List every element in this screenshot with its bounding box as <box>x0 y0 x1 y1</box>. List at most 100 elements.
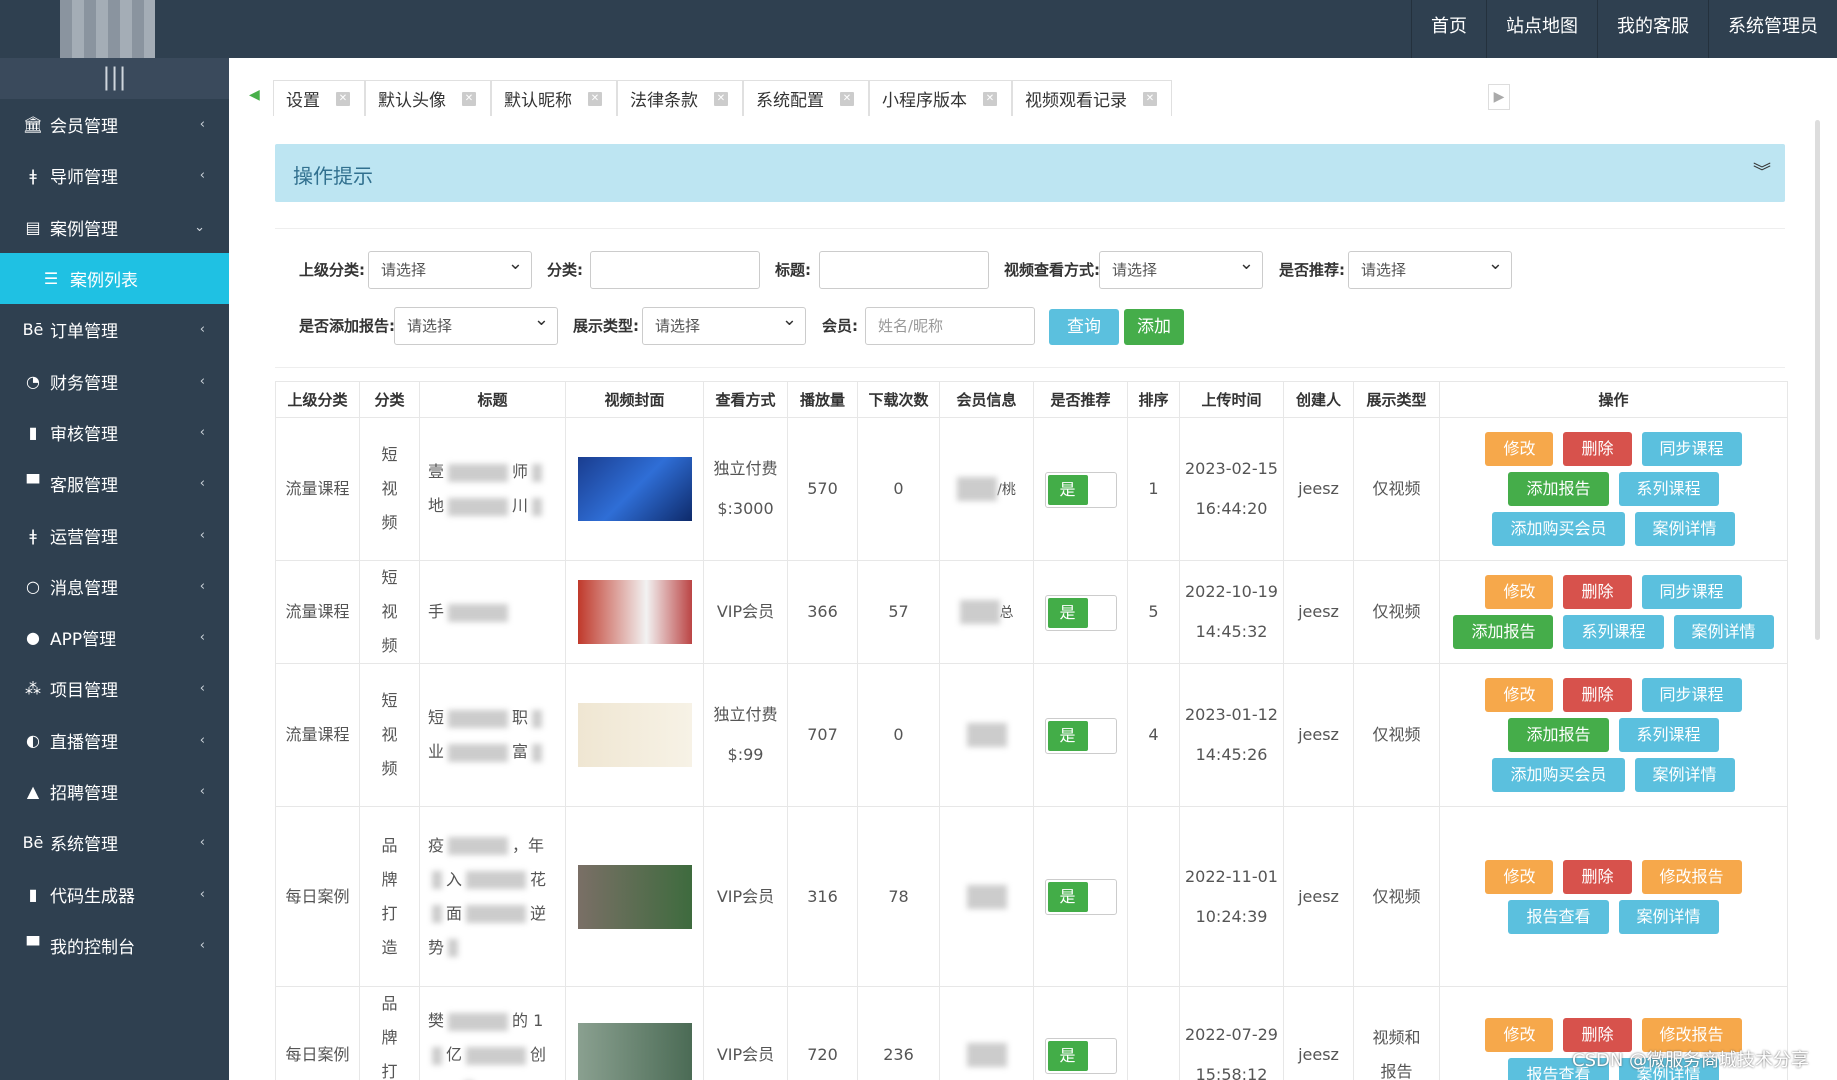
sidebar-item-12[interactable]: ◐ 直播管理 ‹ <box>0 715 229 766</box>
nav-sitemap[interactable]: 站点地图 <box>1486 0 1597 58</box>
op-button[interactable]: 系列课程 <box>1618 472 1719 506</box>
op-button[interactable]: 系列课程 <box>1618 718 1719 752</box>
display-type: 仅视频 <box>1372 602 1421 621</box>
sidebar-item-10[interactable]: ● APP管理 ‹ <box>0 612 229 663</box>
tab-6[interactable]: 视频观看记录 ✕ <box>1012 80 1172 116</box>
cell-recommend: 是 <box>1033 417 1128 561</box>
sidebar-item-9[interactable]: ○ 消息管理 ‹ <box>0 561 229 612</box>
display-type-select[interactable]: 请选择 <box>642 302 806 345</box>
menu-toggle-icon[interactable]: ||| <box>0 58 229 99</box>
op-button[interactable]: 同步课程 <box>1641 432 1742 466</box>
op-button[interactable]: 删除 <box>1563 859 1632 894</box>
nav-customer-service[interactable]: 我的客服 <box>1597 0 1708 58</box>
pie-icon: ◔ <box>26 371 40 391</box>
tab-4[interactable]: 系统配置 ✕ <box>743 80 869 116</box>
op-button[interactable]: 添加报告 <box>1508 718 1609 752</box>
sidebar-item-label: 案例管理 <box>50 219 118 240</box>
close-icon[interactable]: ✕ <box>462 91 476 106</box>
table-row: 流量课程 短视频 壹 师地 川 独立付费 $:3000 570 0/桃 是 1 2023-02-15 1… <box>275 417 1788 561</box>
close-icon[interactable]: ✕ <box>983 91 997 106</box>
cell-parent: 流量课程 <box>275 417 360 561</box>
sidebar-item-14[interactable]: Bē 系统管理 ‹ <box>0 817 229 868</box>
parent-category-select[interactable]: 请选择 <box>368 246 532 289</box>
op-button[interactable]: 添加报告 <box>1453 615 1554 649</box>
tab-0[interactable]: 设置 ✕ <box>273 80 365 116</box>
sidebar-item-8[interactable]: ǂ 运营管理 ‹ <box>0 509 229 560</box>
sidebar-item-11[interactable]: ⁂ 项目管理 ‹ <box>0 663 229 714</box>
op-button[interactable]: 修改 <box>1485 432 1554 466</box>
op-button[interactable]: 系列课程 <box>1563 615 1664 649</box>
recommend-toggle[interactable]: 是 <box>1044 717 1117 754</box>
op-button[interactable]: 删除 <box>1563 575 1632 609</box>
download-count: 57 <box>888 602 909 621</box>
sidebar-item-15[interactable]: ▮ 代码生成器 ‹ <box>0 868 229 919</box>
sidebar-item-7[interactable]: ▀ 客服管理 ‹ <box>0 458 229 509</box>
op-button[interactable]: 添加购买会员 <box>1492 758 1625 792</box>
query-button[interactable]: 查询 <box>1049 309 1119 345</box>
title-input[interactable] <box>819 251 989 289</box>
sidebar-item-6[interactable]: ▮ 审核管理 ‹ <box>0 407 229 458</box>
close-icon[interactable]: ✕ <box>1143 91 1157 106</box>
title-fragment: 入 <box>446 869 463 889</box>
sidebar-item-1[interactable]: ǂ 导师管理 ‹ <box>0 150 229 201</box>
sidebar-item-4[interactable]: Bē 订单管理 ‹ <box>0 304 229 355</box>
op-button[interactable]: 添加购买会员 <box>1492 512 1625 546</box>
creator: jeesz <box>1298 1045 1339 1064</box>
op-button[interactable]: 同步课程 <box>1641 678 1742 712</box>
member-input[interactable]: 姓名/昵称 <box>865 307 1035 345</box>
recommend-select[interactable]: 请选择 <box>1348 246 1512 289</box>
sidebar-item-2[interactable]: ▤ 案例管理 ⌄ <box>0 202 229 253</box>
recommend-toggle[interactable]: 是 <box>1044 594 1117 631</box>
op-button[interactable]: 报告查看 <box>1508 899 1609 934</box>
video-cover-image[interactable] <box>577 580 692 644</box>
sidebar-item-0[interactable]: 🏛 会员管理 ‹ <box>0 99 229 150</box>
video-cover-image[interactable] <box>577 864 692 929</box>
op-button[interactable]: 案例详情 <box>1634 758 1735 792</box>
close-icon[interactable]: ✕ <box>714 91 728 106</box>
tab-2[interactable]: 默认昵称 ✕ <box>491 80 617 116</box>
sidebar-item-13[interactable]: ▲ 招聘管理 ‹ <box>0 766 229 817</box>
sidebar-item-3[interactable]: ☰ 案例列表 <box>0 252 229 305</box>
op-button[interactable]: 案例详情 <box>1673 615 1774 649</box>
chevron-left-icon: ‹ <box>199 373 205 389</box>
blurred-text <box>448 463 509 482</box>
nav-admin[interactable]: 系统管理员 <box>1708 0 1837 58</box>
cell-plays: 316 <box>787 806 858 987</box>
video-cover-image[interactable] <box>577 457 692 521</box>
video-cover-image[interactable] <box>577 703 692 767</box>
op-button[interactable]: 删除 <box>1563 432 1632 466</box>
view-mode-select[interactable]: 请选择 <box>1099 246 1263 289</box>
op-button[interactable]: 案例详情 <box>1634 512 1735 546</box>
op-button[interactable]: 修改 <box>1485 859 1554 894</box>
scrollbar[interactable] <box>1815 120 1820 640</box>
close-icon[interactable]: ✕ <box>336 91 350 106</box>
recommend-toggle[interactable]: 是 <box>1044 471 1117 508</box>
nav-home[interactable]: 首页 <box>1411 0 1486 58</box>
recommend-toggle[interactable]: 是 <box>1044 879 1117 915</box>
op-button[interactable]: 案例详情 <box>1618 899 1719 934</box>
op-button[interactable]: 修改报告 <box>1641 859 1742 894</box>
tab-forward-icon[interactable]: ▶ <box>1488 84 1510 110</box>
op-button[interactable]: 添加报告 <box>1508 472 1609 506</box>
op-button[interactable]: 删除 <box>1563 678 1632 712</box>
tab-1[interactable]: 默认头像 ✕ <box>365 80 491 116</box>
column-header: 上传时间 <box>1179 381 1284 418</box>
op-button[interactable]: 修改 <box>1485 678 1554 712</box>
tab-back-icon[interactable]: ◀ <box>249 80 273 116</box>
recommend-toggle[interactable]: 是 <box>1044 1037 1117 1074</box>
add-report-select[interactable]: 请选择 <box>394 302 558 345</box>
sidebar-item-5[interactable]: ◔ 财务管理 ‹ <box>0 355 229 406</box>
op-button[interactable]: 修改 <box>1485 575 1554 609</box>
op-button[interactable]: 修改 <box>1485 1018 1554 1052</box>
video-cover-image[interactable] <box>577 1023 692 1080</box>
chevron-double-down-icon[interactable]: ︾ <box>1753 158 1771 184</box>
add-button[interactable]: 添加 <box>1124 309 1184 345</box>
sidebar-item-16[interactable]: ▀ 我的控制台 ‹ <box>0 920 229 971</box>
close-icon[interactable]: ✕ <box>840 91 854 106</box>
title-fragment: 短 <box>428 708 445 727</box>
close-icon[interactable]: ✕ <box>588 91 602 106</box>
tab-5[interactable]: 小程序版本 ✕ <box>869 80 1012 116</box>
category-input[interactable] <box>590 251 760 289</box>
tab-3[interactable]: 法律条款 ✕ <box>617 80 743 116</box>
op-button[interactable]: 同步课程 <box>1641 575 1742 609</box>
